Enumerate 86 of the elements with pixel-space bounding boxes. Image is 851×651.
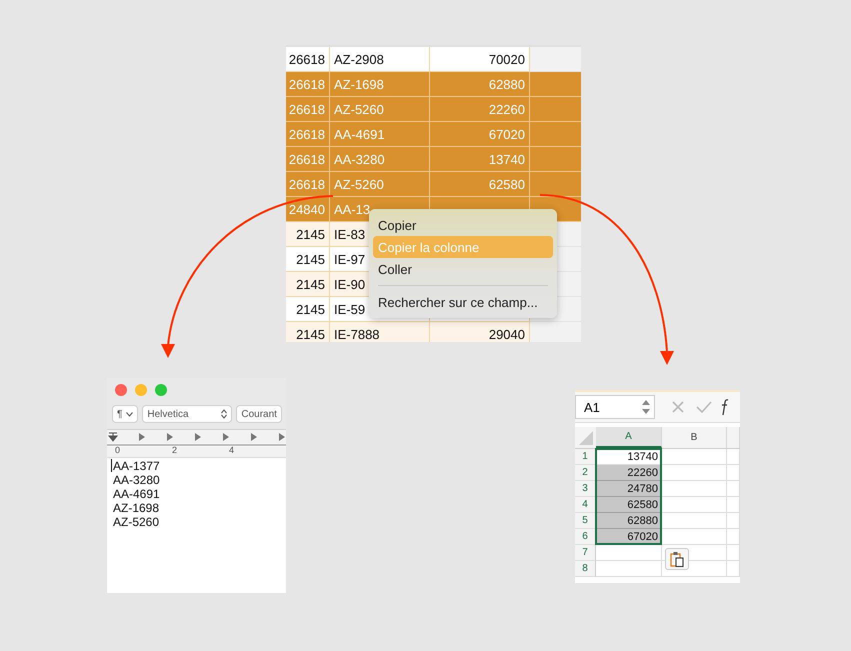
text-caret xyxy=(111,459,112,472)
spreadsheet-cell xyxy=(727,449,740,465)
chevron-icon xyxy=(126,412,134,416)
table-cell: 2145 xyxy=(286,322,330,342)
text-line: AA-1377 xyxy=(113,459,160,473)
text-line: AA-4691 xyxy=(113,487,160,501)
table-cell: 2145 xyxy=(286,272,330,297)
table-cell: 26618 xyxy=(286,47,330,72)
table-cell xyxy=(530,122,581,147)
spreadsheet-cell xyxy=(662,481,727,497)
row-header[interactable]: 1 xyxy=(575,449,596,465)
table-cell: 62580 xyxy=(430,172,530,197)
table-cell: AZ-2908 xyxy=(330,47,430,72)
checkmark-icon[interactable] xyxy=(696,400,712,414)
spreadsheet-cell xyxy=(727,481,740,497)
stepper-icon xyxy=(642,400,650,414)
row-header[interactable]: 8 xyxy=(575,561,596,577)
spreadsheet-cell xyxy=(662,497,727,513)
table-cell xyxy=(530,97,581,122)
table-cell: AA-3280 xyxy=(330,147,430,172)
table-cell: 24840 xyxy=(286,197,330,222)
table-cell: 26618 xyxy=(286,172,330,197)
table-cell: IE-7888 xyxy=(330,322,430,342)
spreadsheet-cell: 62580 xyxy=(596,497,662,513)
ruler-label: 0 xyxy=(115,445,120,455)
font-popup[interactable]: Helvetica xyxy=(142,405,232,423)
ruler-label: 4 xyxy=(229,445,234,455)
spreadsheet-cell xyxy=(727,545,740,561)
table-cell: 26618 xyxy=(286,147,330,172)
table-cell: 13740 xyxy=(430,147,530,172)
table-cell: AA-4691 xyxy=(330,122,430,147)
table-cell: AZ-5260 xyxy=(330,97,430,122)
spreadsheet-cell: 62880 xyxy=(596,513,662,529)
text-line: AA-3280 xyxy=(113,473,160,487)
paragraph-popup[interactable]: ¶ xyxy=(112,405,138,423)
spreadsheet-cell xyxy=(727,529,740,545)
style-popup[interactable]: Courant xyxy=(236,405,282,423)
spreadsheet-cell xyxy=(662,449,727,465)
spreadsheet-cell xyxy=(596,545,662,561)
row-header[interactable]: 5 xyxy=(575,513,596,529)
zoom-button[interactable] xyxy=(155,384,167,396)
table-cell xyxy=(530,172,581,197)
spreadsheet-cell xyxy=(662,513,727,529)
text-line: AZ-1698 xyxy=(113,501,160,515)
spreadsheet-cell xyxy=(727,513,740,529)
ruler-label: 2 xyxy=(172,445,178,455)
table-cell: 2145 xyxy=(286,247,330,272)
table-cell: 62880 xyxy=(430,72,530,97)
spreadsheet-cell xyxy=(727,465,740,481)
table-cell: 26618 xyxy=(286,122,330,147)
name-box[interactable]: A1 xyxy=(575,395,655,419)
table-cell xyxy=(530,147,581,172)
row-header[interactable]: 6 xyxy=(575,529,596,545)
table-cell xyxy=(530,72,581,97)
row-header[interactable]: 7 xyxy=(575,545,596,561)
text-line: AZ-5260 xyxy=(113,515,160,529)
stepper-icon xyxy=(221,409,228,419)
spreadsheet-cell xyxy=(727,561,740,577)
table-cell: 29040 xyxy=(430,322,530,342)
table-cell xyxy=(530,322,581,342)
column-header[interactable]: A xyxy=(596,427,662,448)
spreadsheet-cell xyxy=(727,497,740,513)
spreadsheet-cell: 22260 xyxy=(596,465,662,481)
table-cell: 26618 xyxy=(286,72,330,97)
function-icon[interactable] xyxy=(721,398,729,416)
tab-stops-icon xyxy=(107,432,286,446)
spreadsheet-cell: 24780 xyxy=(596,481,662,497)
minimize-button[interactable] xyxy=(135,384,147,396)
table-cell: 2145 xyxy=(286,222,330,247)
spreadsheet-cell xyxy=(596,561,662,577)
table-cell: AZ-5260 xyxy=(330,172,430,197)
spreadsheet-cell xyxy=(662,465,727,481)
cancel-icon[interactable] xyxy=(671,400,685,414)
table-cell: 70020 xyxy=(430,47,530,72)
table-cell: 67020 xyxy=(430,122,530,147)
close-button[interactable] xyxy=(115,384,127,396)
clipboard-icon xyxy=(670,551,684,567)
row-header[interactable]: 4 xyxy=(575,497,596,513)
table-cell: 22260 xyxy=(430,97,530,122)
spreadsheet-cell xyxy=(662,529,727,545)
paste-options-button[interactable] xyxy=(665,548,689,570)
table-cell: 2145 xyxy=(286,297,330,322)
row-header[interactable]: 3 xyxy=(575,481,596,497)
row-header[interactable]: 2 xyxy=(575,465,596,481)
table-cell: AZ-1698 xyxy=(330,72,430,97)
table-cell: 26618 xyxy=(286,97,330,122)
